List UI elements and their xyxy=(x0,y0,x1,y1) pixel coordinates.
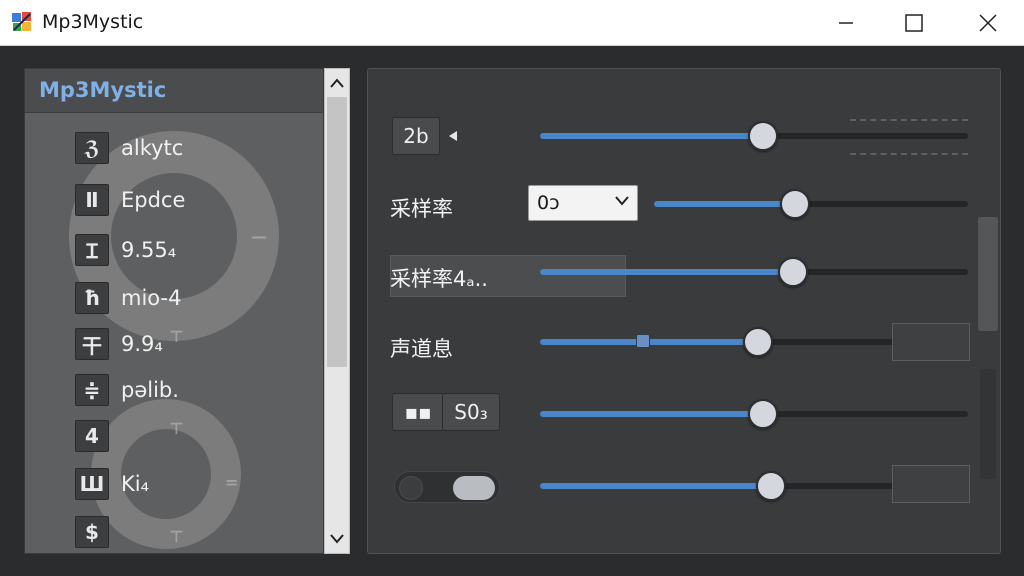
maximize-button[interactable] xyxy=(894,6,934,40)
chevron-down-icon xyxy=(330,534,344,544)
scroll-thumb[interactable] xyxy=(327,97,347,367)
panel-scroll-thumb[interactable] xyxy=(978,217,998,331)
sidebar-panel: Mp3Mystic — ⊤ ⊤ = ⊤ ℨ alkytc Ⅱ Epdce Ɪ 9… xyxy=(24,68,324,554)
item-label: Epdce xyxy=(121,188,186,212)
sidebar-title: Mp3Mystic xyxy=(39,78,167,102)
slider-knob[interactable] xyxy=(780,189,811,219)
settings-panel: 2b 采样率 0ɔ 采样率4ₐ.. 声道息 ▪▪ S0₃ xyxy=(367,68,1001,554)
sidebar-item[interactable]: Ɪ 9.55₄ xyxy=(75,233,176,267)
segment-button-left[interactable]: ▪▪ xyxy=(392,393,444,431)
slider-3[interactable] xyxy=(540,257,968,287)
ring-tick: — xyxy=(251,227,267,246)
item-badge: Ш xyxy=(75,468,109,500)
app-logo-icon xyxy=(12,12,31,31)
item-badge: Ⅱ xyxy=(75,184,109,216)
sidebar-item[interactable]: Ш Ki₄ xyxy=(75,467,149,501)
item-label: 9.9₄ xyxy=(121,332,163,356)
ring-tick: = xyxy=(225,473,239,492)
dashed-guide xyxy=(850,119,968,121)
sidebar-item[interactable]: ħ mio-4 xyxy=(75,281,181,315)
item-label: Ki₄ xyxy=(121,472,150,496)
window-title: Mp3Mystic xyxy=(42,11,144,33)
item-badge: ≑ xyxy=(75,374,109,406)
ring-tick: ⊤ xyxy=(169,327,184,346)
sidebar-item[interactable]: 干 9.9₄ xyxy=(75,327,163,361)
preset-button[interactable]: 2b xyxy=(392,117,440,155)
slider-fill xyxy=(540,483,772,489)
sample-rate-detail-label: 采样率4ₐ.. xyxy=(390,267,488,291)
ring-tick: ⊤ xyxy=(169,527,184,546)
dropdown-value: 0ɔ xyxy=(537,192,560,214)
slider-2[interactable] xyxy=(654,189,968,219)
slider-knob[interactable] xyxy=(747,121,778,151)
sidebar-item[interactable]: $ xyxy=(75,515,121,549)
maximize-icon xyxy=(905,14,923,32)
item-badge: ℨ xyxy=(75,132,109,164)
slider-fill xyxy=(540,269,793,275)
scroll-down-button[interactable] xyxy=(325,527,349,551)
slider-knob[interactable] xyxy=(756,471,787,501)
item-badge: 4 xyxy=(75,420,109,452)
dashed-guide xyxy=(850,153,968,155)
sidebar-header: Mp3Mystic xyxy=(25,69,323,113)
window-body: Mp3Mystic — ⊤ ⊤ = ⊤ ℨ alkytc Ⅱ Epdce Ɪ 9… xyxy=(0,46,1024,576)
sample-rate-dropdown[interactable]: 0ɔ xyxy=(528,185,638,221)
slider-5[interactable] xyxy=(540,399,968,429)
item-label: alkytc xyxy=(121,136,184,160)
chevron-up-icon xyxy=(330,78,344,88)
item-label: 9.55₄ xyxy=(121,238,177,262)
channel-label: 声道息 xyxy=(390,337,453,361)
side-box xyxy=(892,323,970,361)
slider-marker[interactable] xyxy=(635,334,650,348)
title-bar: Mp3Mystic xyxy=(0,0,1024,46)
toggle-knob xyxy=(453,476,495,500)
ring-tick: ⊤ xyxy=(169,419,184,438)
item-label: mio-4 xyxy=(121,286,182,310)
sidebar-scrollbar[interactable] xyxy=(324,68,350,554)
close-button[interactable] xyxy=(968,6,1008,40)
item-badge: ħ xyxy=(75,282,109,314)
sample-rate-label: 采样率 xyxy=(390,197,453,221)
item-badge: Ɪ xyxy=(75,234,109,266)
slider-knob[interactable] xyxy=(747,399,778,429)
item-badge: $ xyxy=(75,516,109,548)
minimize-button[interactable] xyxy=(826,6,866,40)
slider-knob[interactable] xyxy=(777,257,808,287)
slider-1[interactable] xyxy=(540,121,968,151)
item-badge: 干 xyxy=(75,328,109,360)
slider-fill xyxy=(654,201,796,207)
slider-fill xyxy=(540,411,763,417)
minimize-icon xyxy=(839,22,853,24)
sidebar-item[interactable]: Ⅱ Epdce xyxy=(75,183,185,217)
segment-button-right[interactable]: S0₃ xyxy=(442,393,500,431)
sidebar-item[interactable]: ℨ alkytc xyxy=(75,131,183,165)
panel-scroll-track xyxy=(980,369,996,479)
scroll-up-button[interactable] xyxy=(325,71,349,95)
toggle-off-dot xyxy=(399,476,423,500)
side-box xyxy=(892,465,970,503)
sidebar-item[interactable]: 4 xyxy=(75,419,121,453)
caret-left-icon xyxy=(449,131,457,141)
chevron-down-icon xyxy=(615,196,629,206)
toggle-switch[interactable] xyxy=(394,471,500,503)
item-label: pəlib. xyxy=(121,378,179,402)
slider-fill xyxy=(540,133,763,139)
sidebar-item[interactable]: ≑ pəlib. xyxy=(75,373,179,407)
close-icon xyxy=(979,14,997,32)
slider-knob[interactable] xyxy=(743,327,774,357)
